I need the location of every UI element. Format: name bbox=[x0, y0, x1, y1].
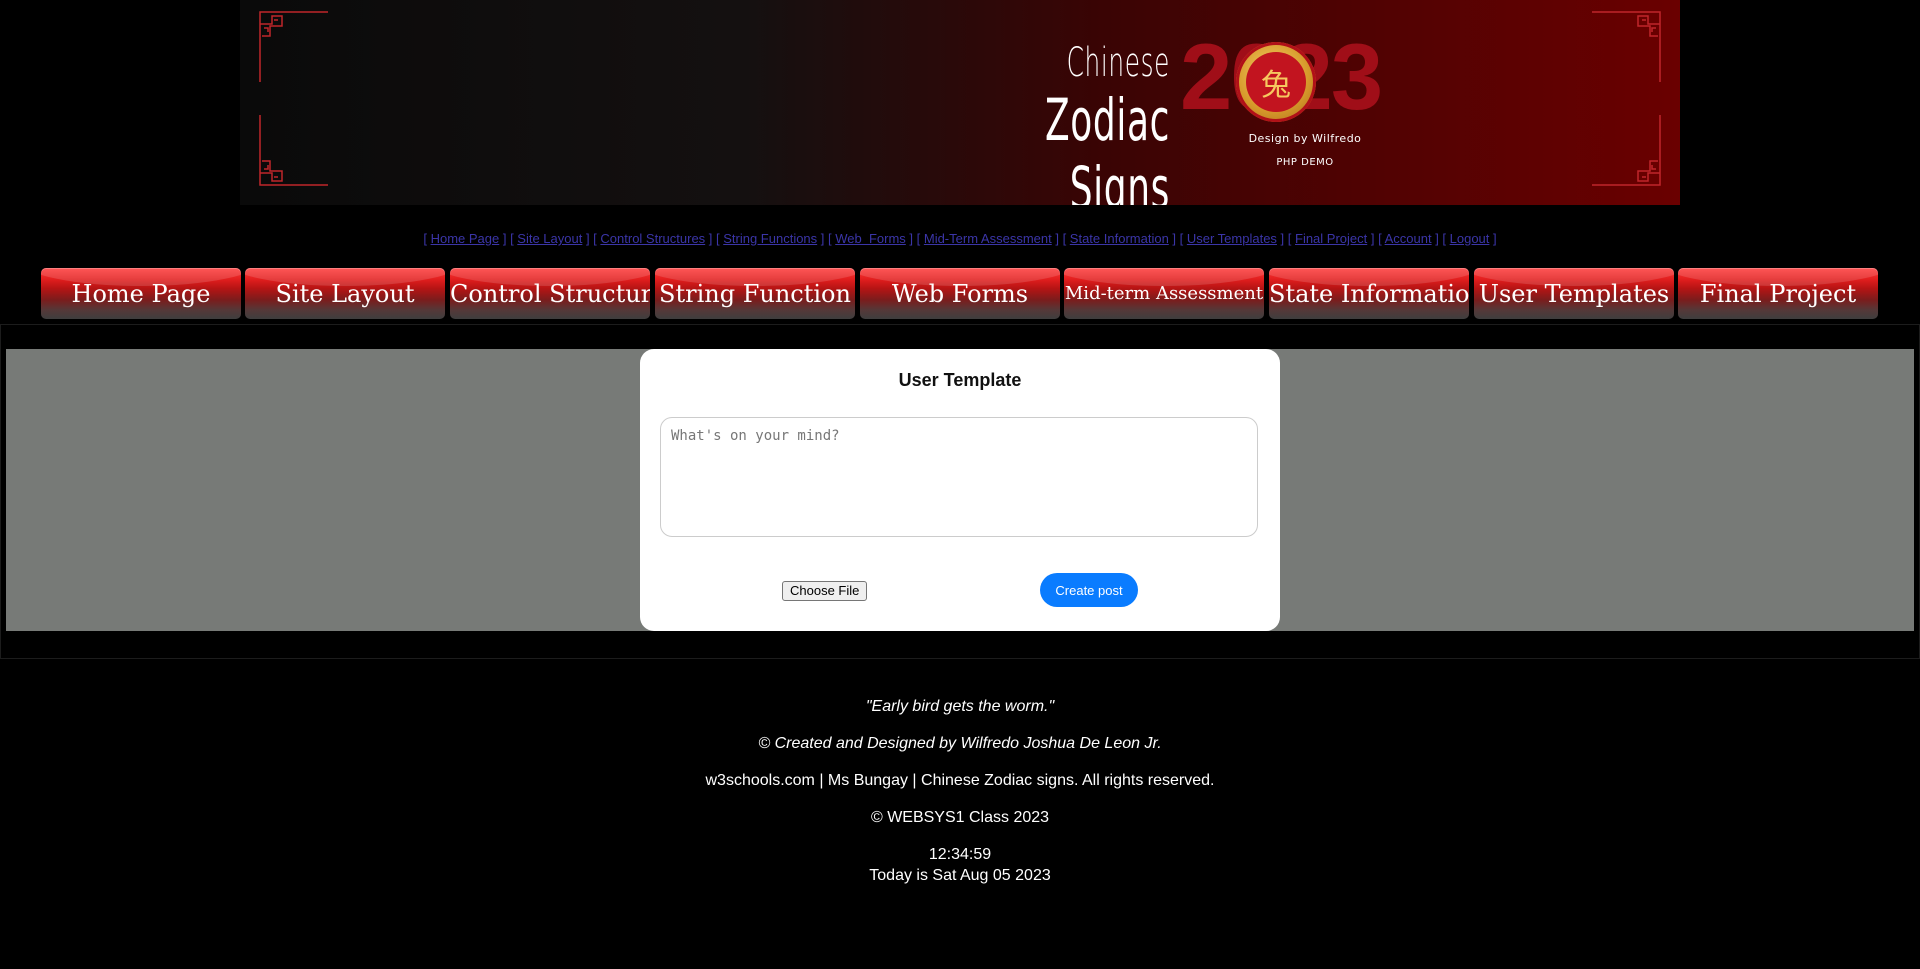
logo-title-line2: Zodiac Signs bbox=[1045, 86, 1170, 205]
nav-button-string-function[interactable]: String Function bbox=[655, 268, 855, 319]
nav-button-user-templates[interactable]: User Templates bbox=[1474, 268, 1674, 319]
textnav-user-templates[interactable]: User Templates bbox=[1187, 231, 1277, 246]
corner-ornament-icon bbox=[258, 115, 328, 187]
nav-button-mid-term[interactable]: Mid-term Assessment bbox=[1064, 268, 1264, 319]
nav-button-control-structure[interactable]: Control Structure bbox=[450, 268, 650, 319]
footer: "Early bird gets the worm." © Created an… bbox=[0, 696, 1920, 886]
header-banner: Chinese Zodiac Signs 2023 兔 Design by Wi… bbox=[240, 0, 1680, 205]
corner-ornament-icon bbox=[258, 10, 328, 82]
textnav-account[interactable]: Account bbox=[1385, 231, 1432, 246]
post-form-card: User Template Choose File Create post bbox=[640, 349, 1280, 631]
nav-button-home[interactable]: Home Page bbox=[41, 268, 241, 319]
rabbit-medallion-icon: 兔 bbox=[1236, 42, 1316, 122]
logo-design-credit: Design by Wilfredo bbox=[1248, 132, 1362, 145]
textnav-home[interactable]: Home Page bbox=[431, 231, 500, 246]
textnav-string-functions[interactable]: String Functions bbox=[723, 231, 817, 246]
nav-button-web-forms[interactable]: Web Forms bbox=[860, 268, 1060, 319]
text-navigation: [ Home Page ] [ Site Layout ] [ Control … bbox=[423, 231, 1497, 246]
logo-title-line1: Chinese bbox=[1066, 40, 1170, 86]
post-textarea[interactable] bbox=[660, 417, 1258, 537]
textnav-site-layout[interactable]: Site Layout bbox=[517, 231, 582, 246]
textnav-final-project[interactable]: Final Project bbox=[1295, 231, 1367, 246]
textnav-mid-term[interactable]: Mid-Term Assessment bbox=[924, 231, 1052, 246]
corner-ornament-icon bbox=[1592, 10, 1662, 82]
corner-ornament-icon bbox=[1592, 115, 1662, 187]
logo-php-demo: PHP DEMO bbox=[1276, 157, 1334, 168]
nav-button-state-information[interactable]: State Information bbox=[1269, 268, 1469, 319]
textnav-state-information[interactable]: State Information bbox=[1070, 231, 1169, 246]
footer-sources: w3schools.com | Ms Bungay | Chinese Zodi… bbox=[705, 772, 1215, 789]
create-post-button[interactable]: Create post bbox=[1040, 573, 1138, 607]
footer-clock: 12:34:59 bbox=[928, 846, 992, 863]
choose-file-button[interactable]: Choose File bbox=[782, 581, 868, 601]
footer-quote: "Early bird gets the worm." bbox=[865, 698, 1055, 715]
nav-button-site-layout[interactable]: Site Layout bbox=[245, 268, 445, 319]
nav-button-final-project[interactable]: Final Project bbox=[1678, 268, 1878, 319]
textnav-logout[interactable]: Logout bbox=[1450, 231, 1490, 246]
textnav-control-structures[interactable]: Control Structures bbox=[600, 231, 705, 246]
footer-date: Today is Sat Aug 05 2023 bbox=[869, 867, 1051, 884]
footer-class: © WEBSYS1 Class 2023 bbox=[870, 809, 1050, 826]
footer-credit: © Created and Designed by Wilfredo Joshu… bbox=[758, 735, 1162, 752]
form-title: User Template bbox=[898, 370, 1022, 390]
textnav-web-forms[interactable]: Web Forms bbox=[835, 231, 906, 246]
